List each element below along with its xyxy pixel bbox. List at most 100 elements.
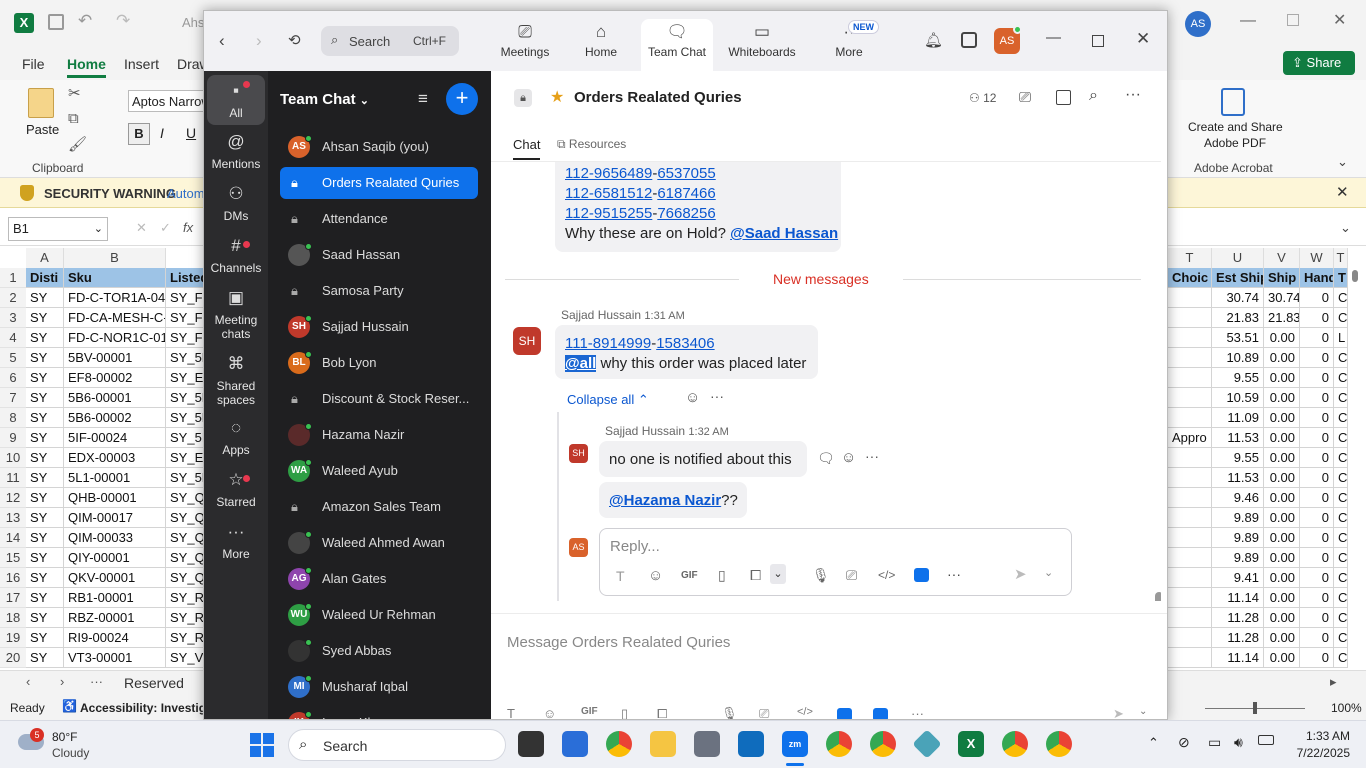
cell[interactable]: SY_5B xyxy=(166,408,206,428)
cell[interactable]: SY xyxy=(26,328,64,348)
header-cell[interactable]: Hand xyxy=(1300,268,1334,288)
chrome-profile2-icon[interactable] xyxy=(870,731,896,757)
italic-button[interactable]: I xyxy=(160,125,164,141)
cell[interactable]: SY_QI xyxy=(166,548,206,568)
task-view-icon[interactable] xyxy=(518,731,544,757)
tab-resources[interactable]: ⧉ Resources xyxy=(557,137,626,152)
cell[interactable]: 21.83 xyxy=(1264,308,1300,328)
cell[interactable]: 5B6-00002 xyxy=(64,408,166,428)
cell[interactable]: SY xyxy=(26,348,64,368)
cell[interactable]: C xyxy=(1334,308,1348,328)
dm-item[interactable]: Syed Abbas xyxy=(280,635,478,667)
cell[interactable]: 0.00 xyxy=(1264,448,1300,468)
security-text[interactable]: Autom xyxy=(167,186,205,201)
cell[interactable]: 0.00 xyxy=(1264,528,1300,548)
cell[interactable]: 0.00 xyxy=(1264,388,1300,408)
emoji-icon[interactable]: ☺ xyxy=(648,567,663,584)
rail-apps[interactable]: ◌ Apps xyxy=(207,419,265,457)
channel-item[interactable]: 🔒︎ Discount & Stock Reser... xyxy=(280,383,478,415)
ribbon-collapse-icon[interactable]: ⌄ xyxy=(1337,154,1348,170)
save-icon[interactable] xyxy=(48,14,64,30)
cell[interactable]: SY xyxy=(26,548,64,568)
row-number[interactable]: 14 xyxy=(0,528,26,548)
prev-order-1[interactable]: 112-9656489-6537055 xyxy=(565,165,716,182)
tab-home[interactable]: ⌂ Home xyxy=(572,21,630,71)
header-cell[interactable]: Choic xyxy=(1168,268,1212,288)
cell[interactable]: C xyxy=(1334,368,1348,388)
sheet-more-icon[interactable]: ··· xyxy=(90,674,103,689)
cell[interactable]: 0 xyxy=(1300,608,1334,628)
chrome-profile3-icon[interactable] xyxy=(1002,731,1028,757)
cell[interactable]: FD-CA-MESH-C-E xyxy=(64,308,166,328)
cell[interactable]: SY xyxy=(26,468,64,488)
cell[interactable]: C xyxy=(1334,428,1348,448)
sheet-tab-reserved[interactable]: Reserved xyxy=(124,675,184,691)
share-button[interactable]: ⇪ Share xyxy=(1283,51,1355,75)
cell[interactable]: 0.00 xyxy=(1264,348,1300,368)
cell[interactable]: QKV-00001 xyxy=(64,568,166,588)
cell[interactable]: 0 xyxy=(1300,568,1334,588)
cell[interactable]: 0 xyxy=(1300,288,1334,308)
row-number[interactable]: 11 xyxy=(0,468,26,488)
screenshot-icon[interactable]: ⧠ xyxy=(750,567,761,584)
excel-app-icon[interactable]: X xyxy=(958,731,984,757)
reply-reaction-icon[interactable]: ☺ xyxy=(841,449,856,466)
prev-order-2[interactable]: 112-6581512-6187466 xyxy=(565,185,716,202)
history-icon[interactable]: ⟲ xyxy=(288,31,301,49)
row-number[interactable]: 3 xyxy=(0,308,26,328)
cell[interactable]: SY_QK xyxy=(166,568,206,588)
cell[interactable] xyxy=(1168,288,1212,308)
calculator-icon[interactable] xyxy=(694,731,720,757)
cell[interactable] xyxy=(1168,608,1212,628)
row-number[interactable]: 20 xyxy=(0,648,26,668)
forward-icon[interactable]: › xyxy=(256,31,262,51)
video-message-icon[interactable]: ⎚ xyxy=(759,706,769,719)
col-header-b[interactable]: B xyxy=(64,248,166,268)
cell[interactable]: SY_RB xyxy=(166,608,206,628)
cell[interactable]: 0.00 xyxy=(1264,368,1300,388)
chrome-profile4-icon[interactable] xyxy=(1046,731,1072,757)
adobe-pdf-label[interactable]: Adobe PDF xyxy=(1204,136,1266,150)
cell[interactable]: 0 xyxy=(1300,628,1334,648)
cell[interactable]: SY_RB xyxy=(166,588,206,608)
search-box[interactable]: ⌕ Search Ctrl+F xyxy=(321,26,459,56)
tab-meetings[interactable]: ⎚ Meetings xyxy=(494,21,556,71)
code-icon[interactable]: </> xyxy=(878,568,895,582)
minimize-button[interactable]: — xyxy=(1240,12,1256,30)
rail-all[interactable]: ▪ All xyxy=(207,75,265,125)
cell[interactable]: SY xyxy=(26,568,64,588)
cell[interactable]: 0.00 xyxy=(1264,508,1300,528)
cell[interactable]: SY_VT xyxy=(166,648,206,668)
back-icon[interactable]: ‹ xyxy=(219,31,225,51)
row-number[interactable]: 5 xyxy=(0,348,26,368)
horizontal-scroll-right-icon[interactable]: ▸ xyxy=(1330,674,1337,690)
cell[interactable] xyxy=(1168,408,1212,428)
cell[interactable]: 0 xyxy=(1300,348,1334,368)
cell[interactable]: 0 xyxy=(1300,528,1334,548)
col-header-v[interactable]: V xyxy=(1264,248,1300,268)
dm-item[interactable]: Hazama Nazir xyxy=(280,419,478,451)
start-icon[interactable] xyxy=(250,733,274,757)
dm-item[interactable]: AG Alan Gates xyxy=(280,563,478,595)
cell[interactable]: 0.00 xyxy=(1264,328,1300,348)
order-link[interactable]: 111-8914999-1583406 xyxy=(565,335,715,352)
vertical-scrollbar[interactable] xyxy=(1350,268,1360,668)
menu-file[interactable]: File xyxy=(22,56,45,72)
cell[interactable]: C xyxy=(1334,608,1348,628)
cell[interactable] xyxy=(1168,388,1212,408)
cell[interactable]: 11.28 xyxy=(1212,628,1264,648)
cell[interactable]: 5B6-00001 xyxy=(64,388,166,408)
text-format-icon[interactable]: T xyxy=(616,568,625,584)
cell[interactable] xyxy=(1168,548,1212,568)
clock[interactable]: 1:33 AM 7/22/2025 xyxy=(1292,729,1350,760)
cell[interactable] xyxy=(1168,468,1212,488)
rail-mentions[interactable]: @ Mentions xyxy=(207,133,265,171)
rail-channels[interactable]: # Channels xyxy=(207,237,265,275)
cell[interactable]: SY_QI xyxy=(166,508,206,528)
mic-icon[interactable]: 🎙︎ xyxy=(812,567,830,584)
file-icon[interactable]: ▯ xyxy=(621,706,628,719)
cell[interactable]: C xyxy=(1334,468,1348,488)
cell[interactable]: 5BV-00001 xyxy=(64,348,166,368)
row-number[interactable]: 13 xyxy=(0,508,26,528)
cell[interactable]: C xyxy=(1334,628,1348,648)
